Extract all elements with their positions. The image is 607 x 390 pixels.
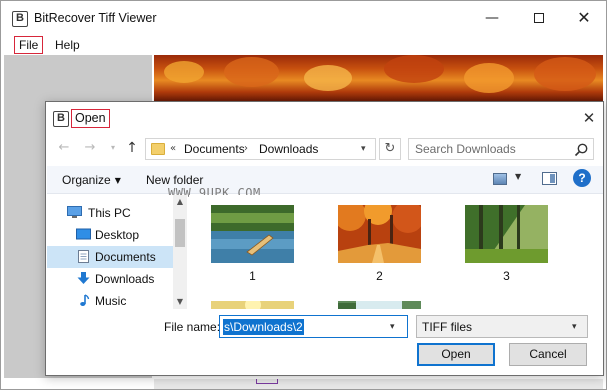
search-box[interactable] [408, 138, 594, 160]
new-folder-button[interactable]: New folder [146, 173, 203, 187]
file-label: 1 [249, 269, 256, 283]
file-type-value: TIFF files [422, 320, 472, 334]
view-options-chevron-icon[interactable]: ▼ [515, 172, 521, 181]
dialog-close-button[interactable]: ✕ [578, 107, 600, 129]
file-name-input[interactable]: s\Downloads\2 ▾ [219, 315, 408, 338]
music-note-icon [80, 294, 90, 306]
nav-item-label: Documents [95, 250, 156, 264]
foliage-blob [164, 61, 204, 83]
breadcrumb-separator-icon[interactable]: › [244, 142, 248, 156]
change-view-icon[interactable] [493, 173, 507, 185]
nav-item-desktop[interactable]: Desktop [47, 224, 173, 246]
scroll-down-icon[interactable]: ▼ [173, 295, 187, 309]
forward-arrow-icon[interactable]: → [81, 139, 99, 157]
search-input[interactable] [409, 139, 569, 159]
file-label: 2 [376, 269, 383, 283]
breadcrumb-downloads[interactable]: Downloads [259, 142, 318, 157]
nav-item-documents[interactable]: Documents [47, 246, 173, 268]
nav-item-label: Desktop [95, 228, 140, 242]
thumbnail-image-canoe [211, 205, 294, 263]
minimize-button[interactable]: — [469, 1, 515, 35]
up-arrow-icon[interactable]: ↑ [123, 139, 141, 157]
thumbnail-image-sunset-field [211, 301, 294, 309]
thumbnail-image-autumn-forest [338, 205, 421, 263]
command-bar: Organize ▼ New folder ▼ ? [47, 166, 603, 194]
address-history-chevron-icon[interactable]: ▾ [361, 142, 366, 157]
scrollbar-thumb[interactable] [175, 219, 185, 247]
nav-item-music[interactable]: Music [47, 290, 173, 309]
foliage-blob [304, 65, 352, 91]
foliage-blob [384, 55, 444, 83]
file-list: 1 2 3 [189, 195, 602, 309]
preview-pane-icon[interactable] [542, 172, 557, 185]
organize-label: Organize [62, 173, 111, 187]
cancel-button[interactable]: Cancel [509, 343, 587, 366]
scroll-up-icon[interactable]: ▲ [173, 195, 187, 209]
navigation-pane: This PC Desktop Documents Downloads Musi… [47, 195, 187, 309]
app-logo-icon: B [12, 11, 28, 27]
chevron-down-icon: ▾ [572, 322, 577, 332]
organize-menu[interactable]: Organize ▼ [62, 173, 121, 187]
nav-item-downloads[interactable]: Downloads [47, 268, 173, 290]
foliage-blob [534, 57, 596, 91]
open-button[interactable]: Open [417, 343, 495, 366]
desktop-icon [76, 228, 91, 240]
file-type-select[interactable]: TIFF files ▾ [416, 315, 588, 338]
breadcrumb-documents[interactable]: Documents [184, 142, 245, 157]
nav-item-label: Downloads [95, 272, 155, 286]
thumbnail-image-sunlit-forest [465, 205, 548, 263]
app-titlebar: B BitRecover Tiff Viewer — ✕ [1, 1, 606, 35]
download-arrow-icon [77, 272, 90, 284]
recent-locations-chevron-icon[interactable]: ▾ [104, 139, 122, 157]
address-overflow-icon[interactable]: « [170, 142, 176, 156]
nav-item-this-pc[interactable]: This PC [47, 202, 173, 224]
refresh-button[interactable]: ↻ [379, 138, 401, 160]
monitor-icon [67, 206, 82, 218]
file-label: 3 [503, 269, 510, 283]
folder-icon [151, 143, 165, 155]
thumbnail-image-waterfall [338, 301, 421, 309]
app-bottom-marker [256, 379, 278, 384]
chevron-down-icon[interactable]: ▾ [390, 319, 395, 335]
close-window-button[interactable]: ✕ [561, 1, 607, 35]
dialog-titlebar: B Open ✕ [46, 102, 603, 134]
nav-item-label: This PC [88, 206, 131, 220]
maximize-icon [534, 13, 544, 23]
search-icon [574, 143, 588, 157]
nav-item-label: Music [95, 294, 127, 308]
maximize-button[interactable] [516, 1, 562, 35]
viewer-image-autumn [154, 55, 603, 101]
help-icon[interactable]: ? [573, 169, 591, 187]
dialog-nav-row: ← → ▾ ↑ « Documents › Downloads ▾ ↻ [46, 136, 603, 162]
navigation-pane-scrollbar[interactable]: ▲ ▼ [173, 195, 187, 309]
open-dialog: B Open ✕ ← → ▾ ↑ « Documents › Downloads… [45, 101, 604, 376]
foliage-blob [224, 57, 279, 87]
menubar: File Help [1, 35, 606, 55]
back-arrow-icon[interactable]: ← [55, 139, 73, 157]
address-bar[interactable]: « Documents › Downloads ▾ [145, 138, 376, 160]
menu-file[interactable]: File [14, 36, 44, 54]
foliage-blob [464, 63, 514, 93]
dialog-title: Open [71, 109, 110, 128]
dialog-logo-icon: B [53, 111, 69, 127]
file-name-value: s\Downloads\2 [223, 319, 304, 335]
app-title: BitRecover Tiff Viewer [34, 11, 157, 25]
chevron-down-icon: ▼ [114, 176, 121, 185]
app-bottom-strip [154, 379, 603, 389]
menu-help[interactable]: Help [50, 36, 85, 54]
documents-icon [78, 250, 89, 263]
file-name-label: File name: [164, 320, 221, 334]
